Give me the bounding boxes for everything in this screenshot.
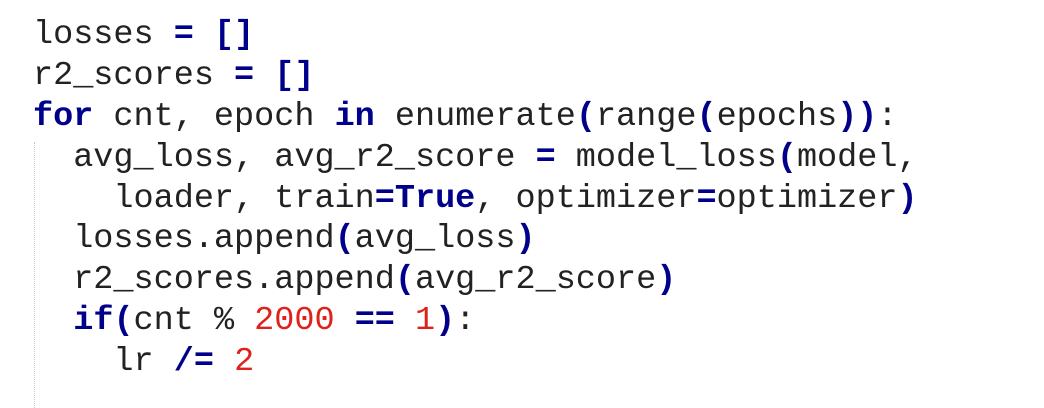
code-text: model,	[796, 138, 918, 177]
code-text: avg_r2_score	[414, 261, 657, 300]
code-operator: (	[113, 302, 134, 341]
code-line[interactable]: for cnt, epoch in enumerate(range(epochs…	[33, 97, 918, 138]
code-line[interactable]: lr /= 2	[33, 342, 918, 383]
code-keyword: for	[33, 97, 94, 136]
code-number: 2	[234, 343, 255, 382]
code-operator: )	[515, 220, 536, 259]
code-text: range	[595, 97, 697, 136]
code-text: avg_loss, avg_r2_score	[33, 138, 536, 177]
code-text: lr	[33, 343, 174, 382]
code-text: enumerate	[374, 97, 576, 136]
code-text: , optimizer	[475, 179, 697, 218]
code-line[interactable]: if(cnt % 2000 == 1):	[33, 301, 918, 342]
code-text: avg_loss	[354, 220, 516, 259]
code-operator: (	[696, 97, 717, 136]
code-operator: )	[435, 302, 456, 341]
code-number: 2000	[254, 302, 335, 341]
code-operator: (	[334, 220, 355, 259]
code-operator: (	[394, 261, 415, 300]
code-text: losses	[33, 16, 174, 54]
code-text: losses.append	[33, 220, 335, 259]
code-text: cnt %	[133, 302, 255, 341]
code-operator: =	[535, 138, 556, 177]
code-operator: ==	[354, 302, 395, 341]
code-operator: =	[173, 16, 194, 54]
code-text: :	[877, 97, 898, 136]
code-operator: =	[234, 56, 255, 95]
code-operator: (	[575, 97, 596, 136]
code-keyword: if	[73, 302, 114, 341]
code-line[interactable]: r2_scores = []	[33, 56, 918, 97]
code-operator: ))	[837, 97, 878, 136]
code-text: optimizer	[716, 179, 898, 218]
code-text: :	[455, 302, 476, 341]
code-operator: []	[274, 56, 315, 95]
code-operator: =	[374, 179, 395, 218]
code-operator: =	[696, 179, 717, 218]
code-operator: )	[897, 179, 918, 218]
code-operator: (	[776, 138, 797, 177]
code-text: epochs	[716, 97, 838, 136]
code-operator: /=	[173, 343, 214, 382]
code-number: 1	[415, 302, 436, 341]
code-editor[interactable]: losses = [] r2_scores = [] for cnt, epoch …	[0, 0, 1044, 408]
code-line[interactable]: r2_scores.append(avg_r2_score)	[33, 260, 918, 301]
code-operator: )	[656, 261, 677, 300]
code-line[interactable]: losses = []	[33, 15, 918, 56]
code-keyword: in	[334, 97, 375, 136]
code-text: loader, train	[33, 179, 375, 218]
code-block[interactable]: losses = [] r2_scores = [] for cnt, epoch …	[33, 15, 918, 383]
code-text: cnt, epoch	[93, 97, 335, 136]
code-keyword: True	[394, 179, 476, 218]
code-operator: []	[213, 16, 255, 54]
code-line[interactable]: loader, train=True, optimizer=optimizer)	[33, 179, 918, 220]
code-text: r2_scores	[33, 56, 235, 95]
code-line[interactable]: avg_loss, avg_r2_score = model_loss(mode…	[33, 138, 918, 179]
code-line[interactable]: losses.append(avg_loss)	[33, 219, 918, 260]
code-text: r2_scores.append	[33, 261, 395, 300]
code-text: model_loss	[555, 138, 777, 177]
